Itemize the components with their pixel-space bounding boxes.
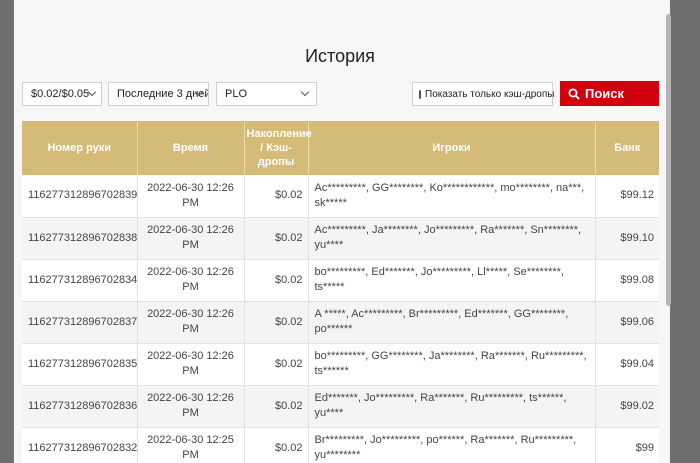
hand-id-cell: 1162773128967028345 bbox=[22, 259, 138, 302]
accumulation-cell: $0.02 bbox=[244, 259, 309, 302]
stakes-select-value: $0.02/$0.05 bbox=[31, 88, 90, 100]
time-cell: 2022-06-30 12:26 PM bbox=[137, 259, 245, 302]
column-header-bank[interactable]: Банк bbox=[595, 121, 659, 175]
chevron-down-icon bbox=[300, 87, 310, 97]
stakes-select[interactable]: $0.02/$0.05 bbox=[22, 82, 102, 106]
accumulation-cell: $0.02 bbox=[244, 427, 309, 463]
bank-cell: $99.10 bbox=[595, 217, 659, 260]
table-row[interactable]: 1162773128967028345 2022-06-30 12:26 PM … bbox=[22, 259, 659, 302]
hand-id-cell: 1162773128967028392 bbox=[22, 175, 138, 218]
players-cell: bo*********, Ed*******, Jo*********, Ll*… bbox=[308, 259, 596, 302]
bank-cell: $99.02 bbox=[595, 385, 659, 428]
column-header-time[interactable]: Время bbox=[137, 121, 245, 175]
table-row[interactable]: 1162773128967028350 2022-06-30 12:26 PM … bbox=[22, 343, 659, 386]
accumulation-cell: $0.02 bbox=[244, 217, 309, 260]
players-cell: Br*********, Jo*********, po******, Ra**… bbox=[308, 427, 596, 463]
game-select[interactable]: PLO bbox=[216, 82, 317, 106]
search-icon bbox=[568, 88, 580, 100]
hand-id-cell: 1162773128967028373 bbox=[22, 301, 138, 344]
players-cell: Ac*********, Ja********, Jo*********, Ra… bbox=[308, 217, 596, 260]
time-cell: 2022-06-30 12:26 PM bbox=[137, 343, 245, 386]
bank-cell: $99.08 bbox=[595, 259, 659, 302]
bank-cell: $99.04 bbox=[595, 343, 659, 386]
players-cell: A *****, Ac*********, Br*********, Ed***… bbox=[308, 301, 596, 344]
page-title: История bbox=[305, 46, 375, 66]
hand-id-cell: 1162773128967028380 bbox=[22, 217, 138, 260]
table-row[interactable]: 1162773128967028380 2022-06-30 12:26 PM … bbox=[22, 217, 659, 260]
bank-cell: $99.12 bbox=[595, 175, 659, 218]
hand-id-cell: 1162773128967028362 bbox=[22, 385, 138, 428]
hand-id-cell: 1162773128967028324 bbox=[22, 427, 138, 463]
history-table: Номер руки Время Накопление / Кэш-дропы … bbox=[22, 121, 659, 463]
time-cell: 2022-06-30 12:26 PM bbox=[137, 385, 245, 428]
period-select[interactable]: Последние 3 дней bbox=[108, 82, 209, 106]
checkbox[interactable] bbox=[419, 89, 421, 99]
players-cell: Ac*********, GG********, Ko************,… bbox=[308, 175, 596, 218]
time-cell: 2022-06-30 12:26 PM bbox=[137, 301, 245, 344]
cash-drops-only-label: Показать только кэш-дропы bbox=[425, 88, 555, 100]
time-cell: 2022-06-30 12:25 PM bbox=[137, 427, 245, 463]
bank-cell: $99 bbox=[595, 427, 659, 463]
column-header-accumulation[interactable]: Накопление / Кэш-дропы bbox=[244, 121, 312, 175]
table-header-row: Номер руки Время Накопление / Кэш-дропы … bbox=[22, 121, 659, 175]
players-cell: bo*********, GG********, Ja********, Ra*… bbox=[308, 343, 596, 386]
column-header-players[interactable]: Игроки bbox=[308, 121, 596, 175]
column-header-hand[interactable]: Номер руки bbox=[22, 121, 138, 175]
players-cell: Ed*******, Jo*********, Ra*******, Ru***… bbox=[308, 385, 596, 428]
accumulation-cell: $0.02 bbox=[244, 301, 309, 344]
search-button[interactable]: Поиск bbox=[560, 81, 659, 106]
table-row[interactable]: 1162773128967028362 2022-06-30 12:26 PM … bbox=[22, 385, 659, 428]
accumulation-cell: $0.02 bbox=[244, 343, 309, 386]
game-select-value: PLO bbox=[225, 88, 248, 100]
time-cell: 2022-06-30 12:26 PM bbox=[137, 175, 245, 218]
search-button-label: Поиск bbox=[585, 86, 625, 101]
accumulation-cell: $0.02 bbox=[244, 175, 309, 218]
time-cell: 2022-06-30 12:26 PM bbox=[137, 217, 245, 260]
bank-cell: $99.06 bbox=[595, 301, 659, 344]
table-row[interactable]: 1162773128967028324 2022-06-30 12:25 PM … bbox=[22, 427, 659, 463]
cash-drops-only-toggle[interactable]: Показать только кэш-дропы bbox=[412, 82, 555, 106]
history-dialog: История $0.02/$0.05 Последние 3 дней PLO… bbox=[14, 0, 670, 463]
hand-id-cell: 1162773128967028350 bbox=[22, 343, 138, 386]
table-row[interactable]: 1162773128967028373 2022-06-30 12:26 PM … bbox=[22, 301, 659, 344]
accumulation-cell: $0.02 bbox=[244, 385, 309, 428]
table-row[interactable]: 1162773128967028392 2022-06-30 12:26 PM … bbox=[22, 175, 659, 218]
scrollbar-thumb[interactable] bbox=[666, 14, 671, 306]
